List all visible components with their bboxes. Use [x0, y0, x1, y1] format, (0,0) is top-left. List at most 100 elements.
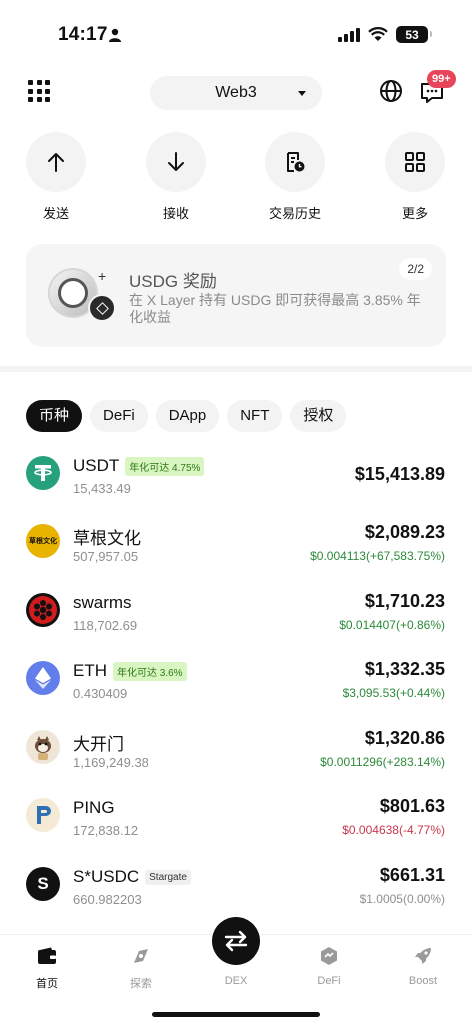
- status-time: 14:17: [58, 24, 108, 45]
- asset-name: 大开门: [73, 735, 124, 754]
- asset-price-change: $0.004638(-4.77%): [342, 823, 445, 837]
- receive-button[interactable]: 接收: [136, 132, 216, 222]
- asset-name: PING: [73, 798, 115, 817]
- history-button[interactable]: 交易历史: [255, 132, 335, 222]
- caogen-icon: 草根文化: [26, 524, 60, 558]
- nav-defi-label: DeFi: [317, 975, 341, 987]
- banner-page-indicator: 2/2: [399, 258, 432, 280]
- send-label: 发送: [42, 206, 69, 221]
- tab-approvals[interactable]: 授权: [290, 400, 347, 432]
- person-icon: [109, 28, 121, 42]
- send-button[interactable]: 发送: [16, 132, 96, 222]
- asset-row[interactable]: 草根文化 草根文化 507,957.05 $2,089.23 $0.004113…: [0, 508, 472, 576]
- signal-icon: [338, 27, 360, 42]
- nav-boost-label: Boost: [408, 975, 438, 987]
- nav-explore-label: 探索: [130, 978, 152, 990]
- home-indicator: [152, 1012, 320, 1017]
- more-label: 更多: [401, 206, 428, 221]
- defi-icon: [321, 947, 337, 965]
- swarms-icon: [26, 593, 60, 627]
- wifi-icon: [368, 27, 388, 41]
- tab-dapp[interactable]: DApp: [155, 400, 220, 432]
- top-header: Web3 99+: [0, 70, 472, 112]
- wallet-icon: [38, 947, 56, 964]
- asset-amount: 0.430409: [73, 686, 128, 701]
- compass-icon: [134, 949, 148, 963]
- dex-button[interactable]: [212, 917, 260, 965]
- reward-title: USDG 奖励: [129, 272, 217, 291]
- rocket-icon: [415, 948, 431, 964]
- caret-down-icon: [298, 91, 306, 96]
- apps-grid-icon[interactable]: [28, 80, 50, 102]
- asset-row[interactable]: USDT 年化可达 4.75% 15,433.49 $15,413.89: [0, 440, 472, 508]
- asset-value: $1,710.23: [364, 591, 445, 611]
- usdt-icon: [26, 456, 60, 490]
- asset-row[interactable]: PING 172,838.12 $801.63 $0.004638(-4.77%…: [0, 782, 472, 850]
- nav-explore[interactable]: 探索: [111, 945, 171, 991]
- quick-actions: 发送 接收 交易历史 更多: [0, 132, 472, 222]
- asset-amount: 1,169,249.38: [73, 755, 149, 770]
- more-button[interactable]: 更多: [375, 132, 455, 222]
- nav-home-label: 首页: [36, 978, 58, 990]
- bottom-nav: 首页 探索 DEX DeFi Boost: [0, 917, 472, 1024]
- swap-icon: [224, 930, 248, 952]
- message-badge: 99+: [427, 70, 456, 88]
- asset-name: 草根文化: [73, 529, 141, 548]
- asset-row[interactable]: 大开门 1,169,249.38 $1,320.86 $0.0011296(+2…: [0, 714, 472, 782]
- asset-amount: 507,957.05: [73, 549, 139, 564]
- arrow-down-icon: [168, 152, 184, 171]
- globe-icon[interactable]: [379, 79, 403, 103]
- history-icon: [287, 152, 305, 172]
- status-bar: 14:17 53: [0, 0, 472, 70]
- asset-amount: 172,838.12: [73, 823, 139, 838]
- arrow-up-icon: [48, 153, 64, 172]
- asset-row[interactable]: ETH 年化可达 3.6% 0.430409 $1,332.35 $3,095.…: [0, 645, 472, 713]
- network-selector[interactable]: Web3: [150, 76, 322, 110]
- asset-tabs: 币种 DeFi DApp NFT 授权: [26, 400, 347, 432]
- status-icons: 53: [338, 26, 432, 43]
- receive-label: 接收: [162, 206, 189, 221]
- history-label: 交易历史: [268, 206, 321, 221]
- asset-value: $1,332.35: [364, 659, 445, 679]
- susdc-icon: S: [26, 867, 60, 901]
- asset-name: USDT: [73, 456, 120, 475]
- asset-price-change: $3,095.53(+0.44%): [342, 686, 445, 700]
- reward-banner[interactable]: + USDG 奖励 在 X Layer 持有 USDG 即可获得最高 3.85%…: [26, 244, 446, 347]
- tab-defi[interactable]: DeFi: [90, 400, 148, 432]
- nav-defi[interactable]: DeFi: [299, 945, 359, 987]
- asset-value: $801.63: [379, 796, 445, 816]
- apy-badge: 年化可达 3.6%: [113, 661, 187, 681]
- apy-badge: 年化可达 4.75%: [125, 456, 205, 476]
- tab-tokens[interactable]: 币种: [26, 400, 83, 432]
- network-label: Web3: [215, 84, 257, 101]
- asset-row[interactable]: S S*USDC Stargate 660.982203 $661.31 $1.…: [0, 851, 472, 919]
- section-divider: [0, 366, 472, 372]
- asset-price-change: $1.0005(0.00%): [359, 892, 445, 906]
- ping-icon: [26, 798, 60, 832]
- battery-icon: 53: [396, 26, 432, 43]
- eth-icon: [26, 661, 60, 695]
- asset-name: swarms: [73, 593, 132, 612]
- asset-value: $15,413.89: [354, 464, 445, 484]
- asset-row[interactable]: swarms 118,702.69 $1,710.23 $0.014407(+0…: [0, 577, 472, 645]
- nav-home[interactable]: 首页: [17, 945, 77, 991]
- grid-more-icon: [405, 152, 425, 172]
- tab-nft[interactable]: NFT: [227, 400, 283, 432]
- nav-dex-label: DEX: [224, 975, 248, 987]
- asset-amount: 118,702.69: [73, 618, 138, 633]
- nav-boost[interactable]: Boost: [393, 945, 453, 987]
- asset-price-change: $0.014407(+0.86%): [339, 618, 445, 632]
- asset-value: $2,089.23: [364, 522, 445, 542]
- asset-value: $661.31: [379, 865, 445, 885]
- asset-name: S*USDC: [73, 867, 140, 886]
- asset-value: $1,320.86: [364, 728, 445, 748]
- reward-description: 在 X Layer 持有 USDG 即可获得最高 3.85% 年化收益: [129, 292, 421, 325]
- asset-price-change: $0.0011296(+283.14%): [320, 755, 445, 769]
- dakaimen-icon: [26, 730, 60, 764]
- asset-price-change: $0.004113(+67,583.75%): [310, 549, 445, 563]
- protocol-badge: Stargate: [145, 869, 191, 885]
- asset-amount: 660.982203: [73, 892, 142, 907]
- xlayer-icon: [88, 294, 116, 322]
- asset-name: ETH: [73, 661, 107, 680]
- asset-amount: 15,433.49: [73, 481, 131, 496]
